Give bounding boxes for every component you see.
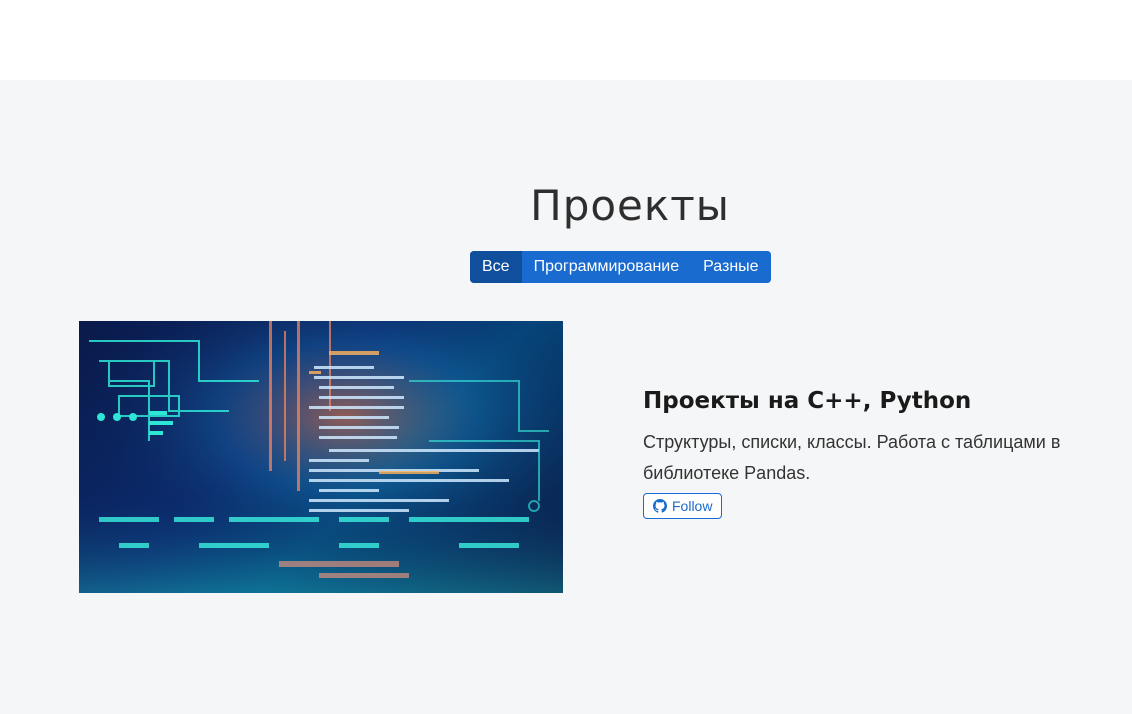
project-description: Структуры, списки, классы. Работа с табл… bbox=[643, 432, 1061, 483]
github-follow-button[interactable]: Follow bbox=[643, 493, 723, 519]
project-image bbox=[79, 321, 563, 593]
filter-button-group: Все Программирование Разные bbox=[470, 251, 771, 283]
github-icon bbox=[653, 499, 667, 513]
filter-misc-button[interactable]: Разные bbox=[691, 251, 771, 283]
filter-all-button[interactable]: Все bbox=[470, 251, 522, 283]
project-title: Проекты на С++, Python bbox=[643, 388, 972, 414]
section-title: Проекты bbox=[530, 181, 730, 230]
filter-programming-button[interactable]: Программирование bbox=[521, 251, 692, 283]
projects-section: Проекты Все Программирование Разные Прое… bbox=[0, 80, 1132, 714]
code-screen-image bbox=[79, 321, 563, 593]
top-navbar bbox=[0, 0, 1132, 80]
follow-label: Follow bbox=[672, 498, 713, 514]
